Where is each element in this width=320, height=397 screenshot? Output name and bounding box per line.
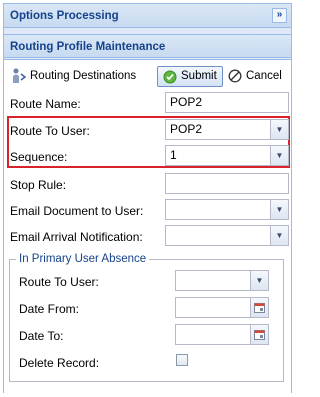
calendar-icon [254,330,265,340]
calendar-icon [254,303,265,313]
date-to-label: Date To: [19,329,64,343]
panel-title: Options Processing [10,10,119,22]
submit-button[interactable]: Submit [157,66,223,87]
date-from-label: Date From: [19,302,80,316]
panel-header: Options Processing » [4,4,291,28]
chevron-down-icon[interactable]: ▼ [270,200,288,219]
form-body: Routing Destinations Submit Cancel Route… [4,59,291,393]
email-document-label: Email Document to User: [10,204,144,218]
options-processing-panel: Options Processing » Routing Profile Mai… [3,3,292,393]
route-to-user-value: POP2 [170,122,203,136]
absence-route-to-user-combo[interactable]: ▼ [175,270,269,291]
calendar-icon[interactable] [250,298,268,317]
stop-rule-label: Stop Rule: [10,178,67,192]
submit-label: Submit [181,70,217,82]
route-to-user-combo[interactable]: POP2 ▼ [165,119,289,140]
cancel-button[interactable]: Cancel [228,66,288,86]
date-to-field[interactable] [175,324,269,345]
delete-record-label: Delete Record: [19,356,100,370]
check-circle-icon [163,70,177,84]
date-from-value [176,300,180,314]
date-from-field[interactable] [175,297,269,318]
route-to-user-label: Route To User: [10,124,90,138]
date-to-value [176,327,180,341]
chevron-down-icon[interactable]: ▼ [270,146,288,165]
double-chevron-right-icon[interactable]: » [272,8,287,23]
routing-destinations-label: Routing Destinations [30,70,137,82]
absence-route-to-user-value [176,273,180,287]
calendar-icon[interactable] [250,325,268,344]
toolbar: Routing Destinations Submit Cancel [4,60,291,90]
route-name-field[interactable]: POP2 [165,92,289,113]
cancel-label: Cancel [246,70,282,82]
absence-legend: In Primary User Absence [16,253,150,266]
section-title: Routing Profile Maintenance [10,41,166,53]
chevron-down-icon[interactable]: ▼ [270,226,288,245]
chevron-down-icon[interactable]: ▼ [270,120,288,139]
delete-record-checkbox[interactable] [176,354,188,366]
chevron-down-icon[interactable]: ▼ [250,271,268,290]
email-document-combo[interactable]: ▼ [165,199,289,220]
email-arrival-combo[interactable]: ▼ [165,225,289,246]
email-arrival-label: Email Arrival Notification: [10,230,143,244]
stop-rule-field[interactable] [165,173,289,194]
sequence-label: Sequence: [10,150,68,164]
route-name-label: Route Name: [10,97,81,111]
absence-route-to-user-label: Route To User: [19,275,99,289]
route-name-value: POP2 [170,95,203,109]
section-header: Routing Profile Maintenance [4,34,291,58]
people-route-icon [13,68,27,83]
sequence-value: 1 [170,148,177,162]
cancel-circle-icon [228,69,242,83]
sequence-combo[interactable]: 1 ▼ [165,145,289,166]
